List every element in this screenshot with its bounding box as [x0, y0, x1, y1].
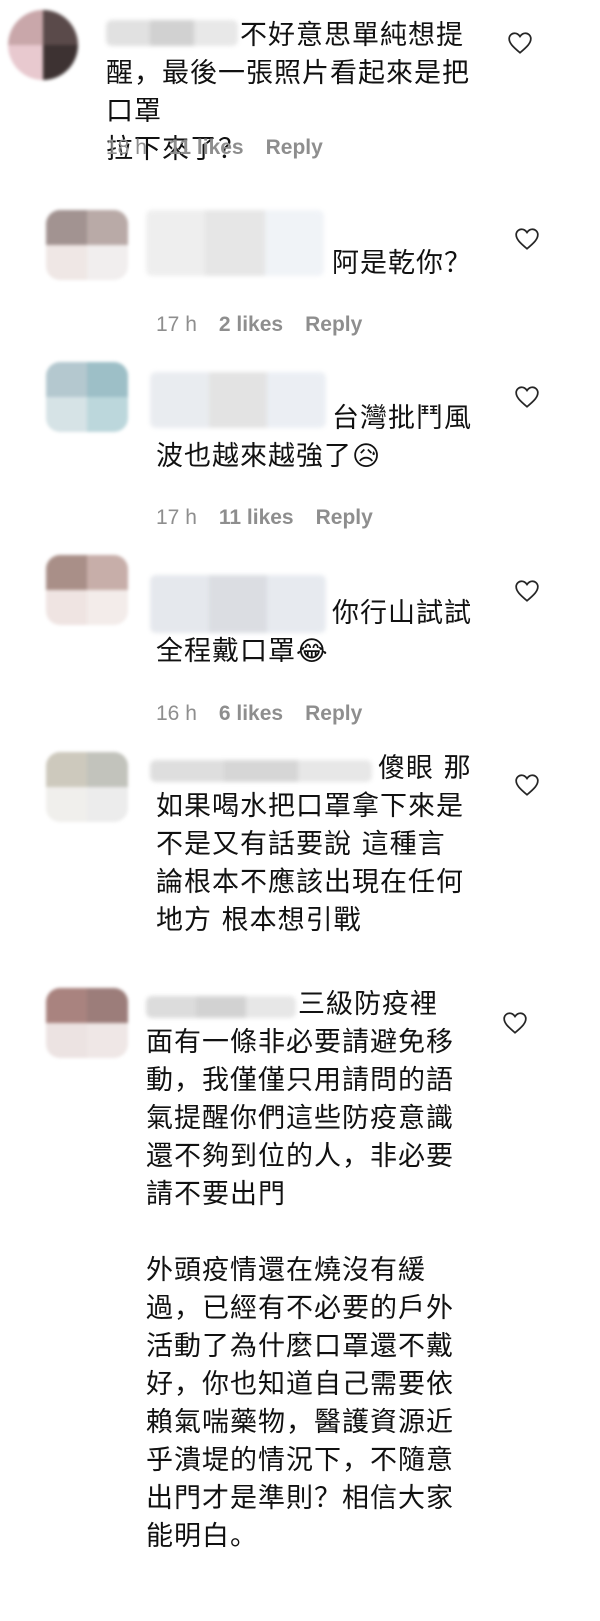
- avatar[interactable]: [46, 555, 128, 625]
- timestamp: 17 h: [156, 506, 197, 529]
- heart-icon[interactable]: [514, 384, 540, 410]
- heart-icon[interactable]: [507, 30, 533, 56]
- reply-button[interactable]: Reply: [266, 136, 323, 160]
- likes-count[interactable]: 11 likes: [169, 136, 244, 160]
- comment-text: 三級防疫裡 面有一條非必要請避免移 動，我僅僅只用請問的語 氣提醒你們這些防疫意…: [146, 989, 454, 1552]
- comment-meta: 18 h 11 likes Reply: [106, 136, 323, 160]
- avatar[interactable]: [46, 210, 128, 280]
- avatar[interactable]: [8, 10, 78, 80]
- timestamp: 17 h: [156, 313, 197, 336]
- comment-meta: 16 h 6 likes Reply: [156, 702, 362, 726]
- reply-button[interactable]: Reply: [305, 702, 362, 726]
- timestamp: 18 h: [106, 136, 147, 159]
- username[interactable]: [146, 210, 324, 276]
- reply-button[interactable]: Reply: [316, 506, 373, 530]
- heart-icon[interactable]: [514, 772, 540, 798]
- timestamp: 16 h: [156, 702, 197, 725]
- comment-text: 你行山試試 全程戴口罩😂: [156, 598, 472, 667]
- avatar[interactable]: [46, 362, 128, 432]
- heart-icon[interactable]: [502, 1010, 528, 1036]
- likes-count[interactable]: 6 likes: [219, 702, 283, 726]
- heart-icon[interactable]: [514, 578, 540, 604]
- avatar[interactable]: [46, 752, 128, 822]
- comment-text: 台灣批鬥風 波也越來越強了😥: [156, 403, 472, 472]
- heart-icon[interactable]: [514, 226, 540, 252]
- comment-text: 傻眼 那 如果喝水把口罩拿下來是 不是又有話要說 這種言 論根本不應該出現在任何…: [156, 753, 472, 936]
- comment-text: 阿是乾你？: [332, 248, 472, 279]
- avatar[interactable]: [46, 988, 128, 1058]
- comment-meta: 17 h 11 likes Reply: [156, 506, 373, 530]
- reply-button[interactable]: Reply: [305, 313, 362, 337]
- likes-count[interactable]: 11 likes: [219, 506, 294, 530]
- likes-count[interactable]: 2 likes: [219, 313, 283, 337]
- comment-meta: 17 h 2 likes Reply: [156, 313, 362, 337]
